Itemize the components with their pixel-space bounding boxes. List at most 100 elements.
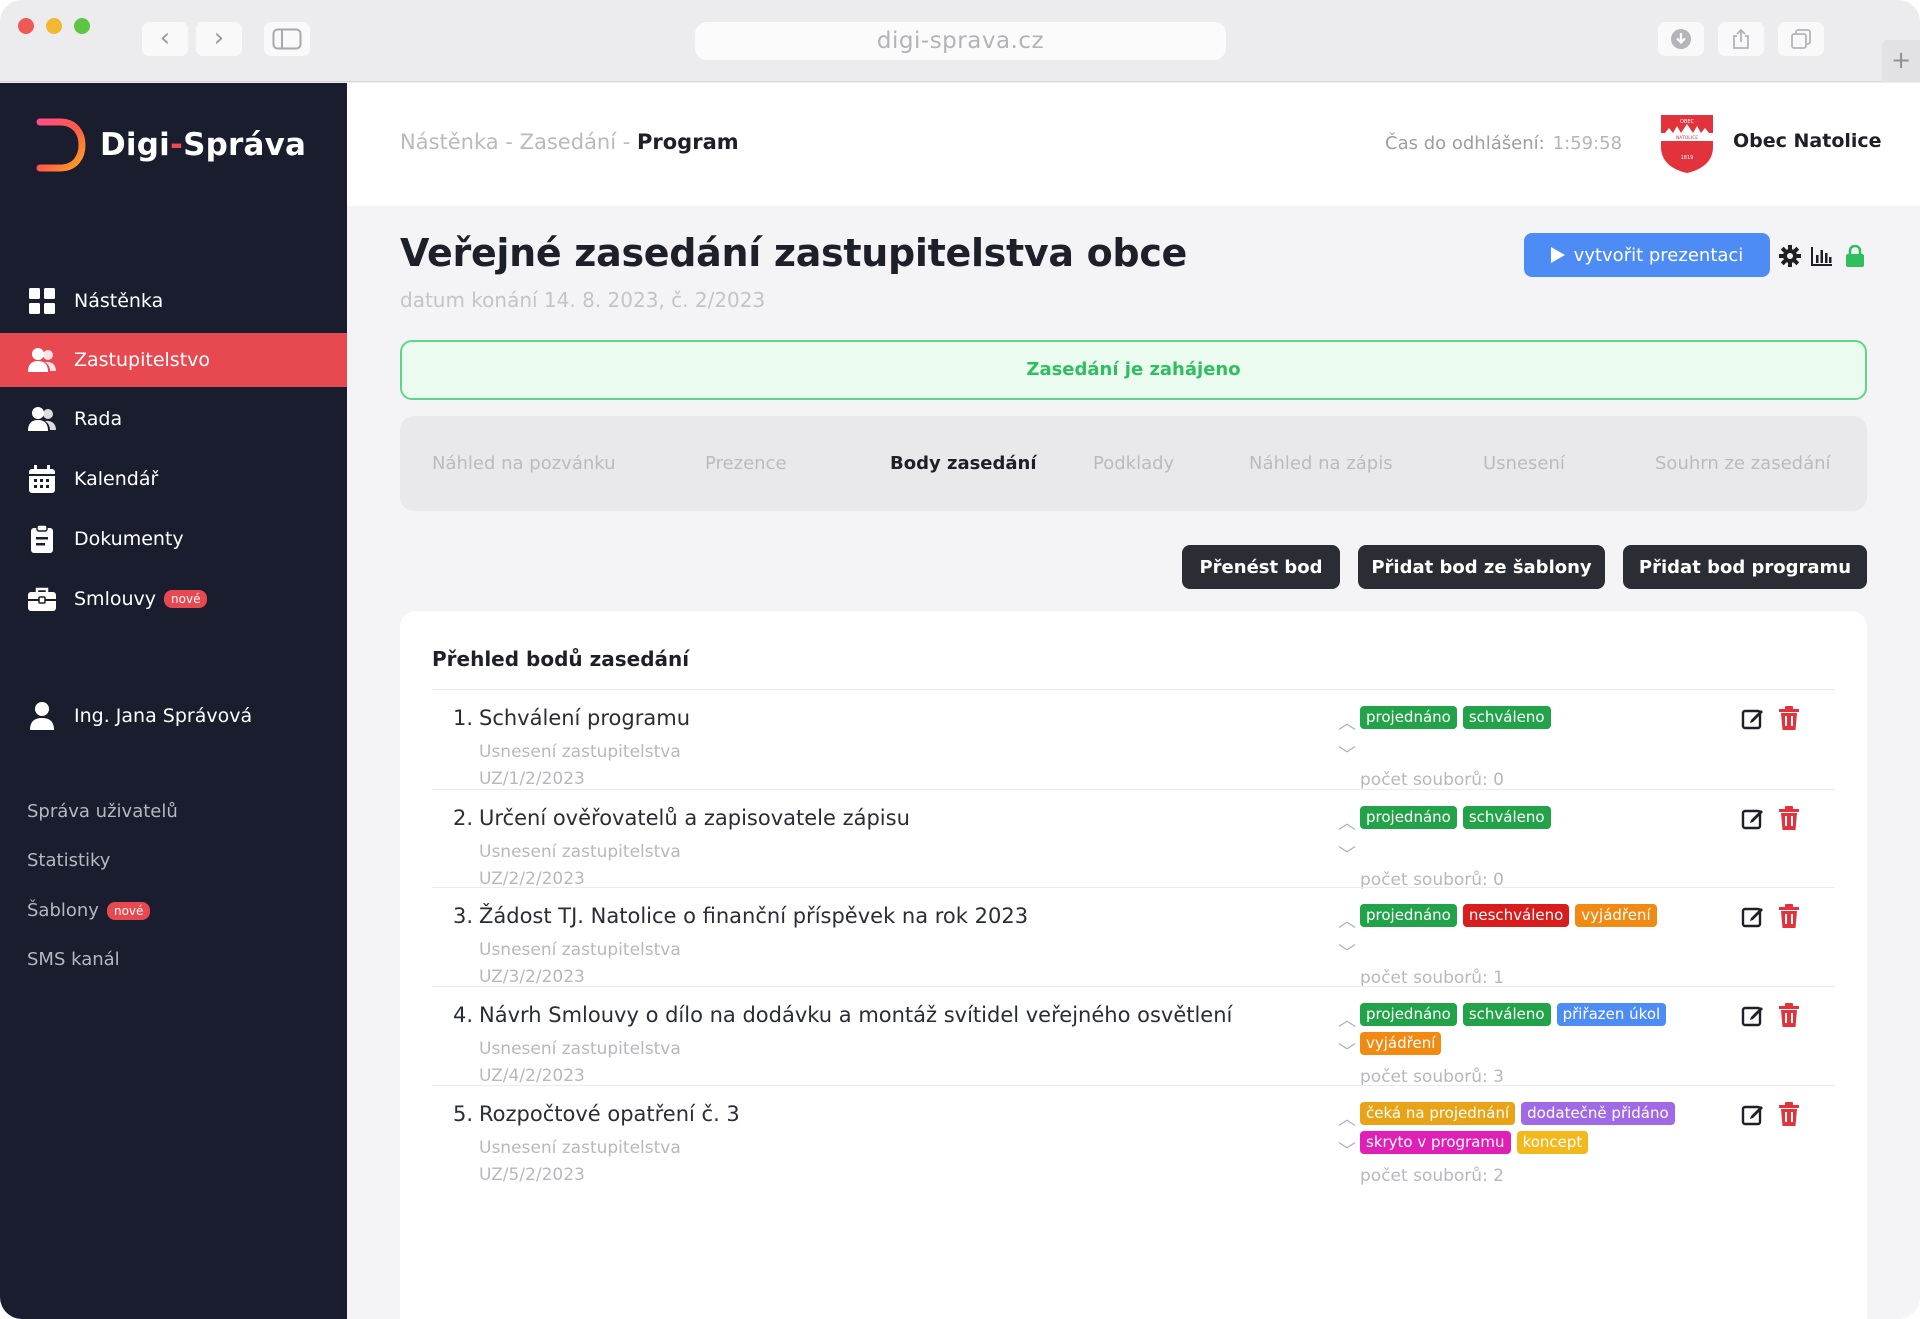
move-item-button[interactable]: Přenést bod	[1182, 545, 1340, 589]
dashboard-grid-icon	[28, 287, 56, 315]
trash-icon[interactable]	[1778, 1102, 1800, 1126]
trash-icon[interactable]	[1778, 904, 1800, 928]
minimize-window-button[interactable]	[46, 18, 62, 34]
chevron-right-icon: ›	[213, 23, 225, 53]
trash-icon[interactable]	[1778, 1003, 1800, 1027]
chevron-down-icon: ﹀	[1338, 1042, 1356, 1063]
trash-icon[interactable]	[1778, 706, 1800, 730]
chevron-down-icon: ﹀	[1338, 845, 1356, 866]
municipality-name[interactable]: Obec Natolice	[1733, 130, 1882, 152]
tab-minutes-preview[interactable]: Náhled na zápis	[1249, 416, 1393, 511]
crest-text: NATOLICE	[1676, 135, 1698, 141]
move-down-button[interactable]: ﹀	[1336, 1143, 1358, 1161]
trash-icon[interactable]	[1778, 806, 1800, 830]
logout-timer-value: 1:59:58	[1552, 133, 1623, 154]
item-title[interactable]: Rozpočtové opatření č. 3	[479, 1102, 740, 1126]
sidebar-item-smlouvy[interactable]: Smlouvy nové	[0, 572, 347, 626]
tabs-overview-button[interactable]	[1778, 22, 1824, 56]
item-number: 1.	[453, 706, 474, 730]
forward-button[interactable]: ›	[196, 22, 242, 56]
item-resolution-type: Usnesení zastupitelstva	[479, 842, 681, 862]
item-title[interactable]: Návrh Smlouvy o dílo na dodávku a montáž…	[479, 1003, 1232, 1027]
move-down-button[interactable]: ﹀	[1336, 1042, 1358, 1063]
close-window-button[interactable]	[18, 18, 34, 34]
sidebar-link-templates[interactable]: Šablony nové	[27, 900, 151, 921]
move-down-button[interactable]: ﹀	[1336, 945, 1358, 963]
edit-icon[interactable]	[1741, 706, 1765, 730]
move-down-button[interactable]: ﹀	[1336, 747, 1358, 765]
move-up-button[interactable]: ︿	[1336, 715, 1358, 733]
panel-title: Přehled bodů zasedání	[432, 647, 690, 671]
back-button[interactable]: ‹	[142, 22, 188, 56]
tabs-icon	[1791, 29, 1811, 49]
crest-text: OBEC	[1680, 119, 1695, 125]
create-presentation-button[interactable]: vytvořit prezentaci	[1524, 233, 1770, 277]
tab-materials[interactable]: Podklady	[1093, 416, 1174, 511]
item-number: 4.	[453, 1003, 474, 1027]
share-button[interactable]	[1718, 22, 1764, 56]
table-row[interactable]: 5. Rozpočtové opatření č. 3 Usnesení zastu…	[432, 1085, 1835, 1207]
item-resolution-type: Usnesení zastupitelstva	[479, 1039, 681, 1059]
chevron-up-icon: ︿	[1338, 911, 1356, 932]
sidebar-item-label: Zastupitelstvo	[74, 349, 211, 371]
move-down-button[interactable]: ﹀	[1336, 845, 1358, 866]
edit-icon[interactable]	[1741, 806, 1765, 830]
item-title[interactable]: Žádost TJ. Natolice o finanční příspěvek…	[479, 904, 1028, 928]
tab-invitation-preview[interactable]: Náhled na pozvánku	[432, 416, 616, 511]
breadcrumb: Nástěnka - Zasedání - Program	[400, 130, 739, 154]
user-profile-link[interactable]: Ing. Jana Správová	[0, 689, 347, 743]
users-icon	[28, 405, 56, 433]
briefcase-icon	[28, 585, 56, 613]
sidebar-item-label: Kalendář	[74, 468, 159, 490]
move-up-button[interactable]: ︿	[1336, 911, 1358, 932]
item-resolution-code: UZ/2/2/2023	[479, 869, 585, 889]
sidebar-item-kalendar[interactable]: Kalendář	[0, 452, 347, 506]
sidebar-link-label: Šablony	[27, 900, 99, 921]
sidebar-link-sms[interactable]: SMS kanál	[27, 949, 120, 970]
lock-button[interactable]	[1844, 245, 1866, 267]
tab-resolutions[interactable]: Usnesení	[1483, 416, 1565, 511]
breadcrumb-nastenka[interactable]: Nástěnka	[400, 130, 499, 154]
edit-icon[interactable]	[1741, 1102, 1765, 1126]
lock-icon	[1846, 245, 1864, 267]
status-badge: projednáno	[1360, 904, 1457, 927]
edit-icon[interactable]	[1741, 904, 1765, 928]
breadcrumb-zasedani[interactable]: Zasedání	[520, 130, 616, 154]
tab-session-summary[interactable]: Souhrn ze zasedání	[1655, 416, 1831, 511]
item-resolution-code: UZ/3/2/2023	[479, 967, 585, 987]
status-badge: projednáno	[1360, 706, 1457, 729]
app-logo[interactable]: Digi-Správa	[36, 118, 306, 172]
add-from-template-button[interactable]: Přidat bod ze šablony	[1358, 545, 1605, 589]
new-tab-button[interactable]: +	[1882, 40, 1920, 82]
tab-attendance[interactable]: Prezence	[705, 416, 787, 511]
move-up-button[interactable]: ︿	[1336, 815, 1358, 833]
sidebar-link-stats[interactable]: Statistiky	[27, 850, 110, 871]
session-items-panel: Přehled bodů zasedání 1. Schválení progra…	[400, 611, 1867, 1319]
user-icon	[28, 702, 56, 730]
session-status-banner: Zasedání je zahájeno	[400, 340, 1867, 400]
add-program-item-button[interactable]: Přidat bod programu	[1623, 545, 1867, 589]
item-resolution-type: Usnesení zastupitelstva	[479, 742, 681, 762]
sidebar-link-users[interactable]: Správa uživatelů	[27, 801, 178, 822]
sidebar-item-nastenka[interactable]: Nástěnka	[0, 274, 347, 328]
maximize-window-button[interactable]	[74, 18, 90, 34]
move-up-button[interactable]: ︿	[1336, 1111, 1358, 1129]
logout-timer-label: Čas do odhlášení:	[1385, 133, 1545, 154]
item-title[interactable]: Určení ověřovatelů a zapisovatele zápisu	[479, 806, 910, 830]
item-title[interactable]: Schválení programu	[479, 706, 690, 730]
browser-window: ‹ › digi-sprava.cz + Digi-Správa Nástěnk…	[0, 0, 1920, 1319]
sidebar-item-rada[interactable]: Rada	[0, 392, 347, 446]
move-up-button[interactable]: ︿	[1336, 1012, 1358, 1030]
edit-icon[interactable]	[1741, 1003, 1765, 1027]
sidebar-item-label: Dokumenty	[74, 528, 184, 550]
address-bar[interactable]: digi-sprava.cz	[695, 22, 1226, 60]
logout-timer: Čas do odhlášení: 1:59:58	[1385, 133, 1622, 154]
tab-session-items[interactable]: Body zasedání	[890, 416, 1037, 511]
statistics-button[interactable]	[1811, 245, 1833, 267]
item-number: 2.	[453, 806, 474, 830]
downloads-button[interactable]	[1658, 22, 1704, 56]
sidebar-toggle-button[interactable]	[264, 22, 310, 56]
settings-button[interactable]	[1779, 245, 1801, 267]
sidebar-item-dokumenty[interactable]: Dokumenty	[0, 512, 347, 566]
sidebar-item-zastupitelstvo[interactable]: Zastupitelstvo	[0, 333, 347, 387]
